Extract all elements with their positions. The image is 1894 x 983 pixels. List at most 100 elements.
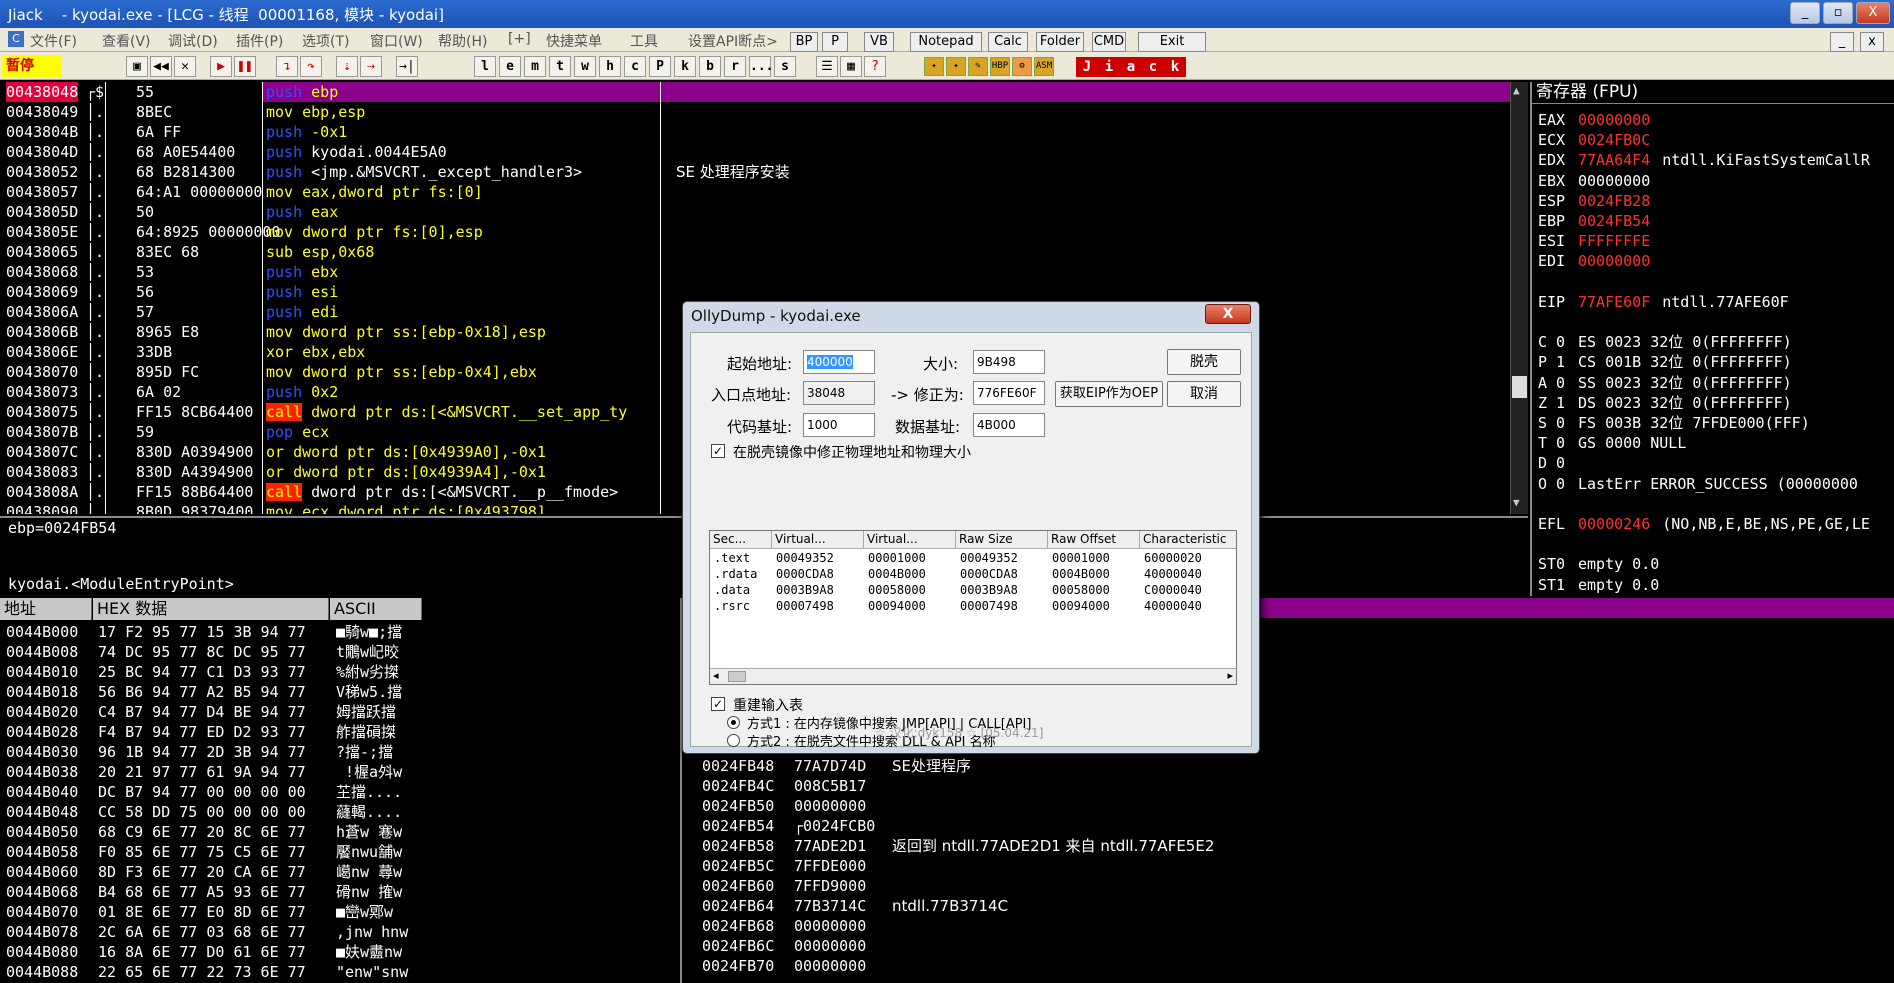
disasm-row[interactable]: 00438049 │. 8BEC mov ebp,esp (0, 102, 1510, 122)
registers-pane[interactable]: 寄存器 (FPU) EAX 00000000 ECX 0024FB0C EDX 77AA6… (1530, 82, 1894, 596)
fix-to-field[interactable]: 776FE60F (973, 381, 1045, 405)
dump-header-address[interactable]: 地址 (0, 598, 92, 620)
register-row[interactable]: S 0 FS 003B 32位 7FFDE000(FFF) (1538, 413, 1822, 433)
toolbar-letter-button[interactable]: c (624, 56, 646, 77)
section-column-header[interactable]: Virtual... (772, 531, 864, 549)
register-row[interactable]: P 1 CS 001B 32位 0(FFFFFFFF) (1538, 352, 1804, 372)
help-icon[interactable]: ? (864, 56, 886, 77)
dump-row[interactable]: 0044B010 25 BC 94 77 C1 D3 93 77 %紨w劣搩 (0, 662, 676, 682)
disasm-row[interactable]: 0043804D │. 68 A0E54400 push kyodai.0044E5A… (0, 142, 1510, 162)
dump-row[interactable]: 0044B008 74 DC 95 77 8C DC 95 77 t鷳w屺晈 (0, 642, 676, 662)
dump-row[interactable]: 0044B038 20 21 97 77 61 9A 94 77 !楃a斘w (0, 762, 676, 782)
menu-item[interactable]: 帮助(H) (438, 31, 487, 51)
disasm-row[interactable]: 0043805E │. 64:8925 00000000 mov dword ptr … (0, 222, 1510, 242)
register-row[interactable]: ESP 0024FB28 (1538, 191, 1662, 211)
oep-field[interactable]: 38048 (803, 381, 875, 405)
cpu-scrollbar[interactable]: ▲ ▼ (1510, 82, 1528, 514)
data-base-field[interactable]: 4B000 (973, 413, 1045, 437)
menu-item[interactable]: 快捷菜单 (546, 31, 602, 51)
menu-item[interactable]: 调试(D) (168, 31, 218, 51)
sections-table[interactable]: Sec... Virtual... Virtual... Raw Size Raw Of… (709, 530, 1237, 685)
dump-row[interactable]: 0044B048 CC 58 DD 75 00 00 00 00 蘕輵.... (0, 802, 676, 822)
section-hscrollbar[interactable]: ◂ ▸ (710, 668, 1236, 684)
execute-till-return-icon[interactable]: →| (396, 56, 418, 77)
plugin-icon-3[interactable]: ✎ (968, 57, 988, 76)
grid-icon[interactable]: ▦ (840, 56, 862, 77)
dump-header-hex[interactable]: HEX 数据 (93, 598, 329, 620)
dialog-close-button[interactable]: X (1205, 304, 1251, 324)
open-icon[interactable]: ▣ (126, 56, 148, 77)
dump-row[interactable]: 0044B018 56 B6 94 77 A2 B5 94 77 V稊w5.擋 (0, 682, 676, 702)
menu-item[interactable]: 查看(V) (102, 31, 151, 51)
toolbar-letter-button[interactable]: r (724, 56, 746, 77)
plugin-button[interactable]: Calc (988, 32, 1028, 52)
register-row[interactable]: EDX 77AA64F4 ntdll.KiFastSystemCallR (1538, 150, 1870, 170)
scroll-thumb[interactable] (1512, 376, 1527, 398)
minimize-button[interactable]: _ (1790, 2, 1820, 24)
register-row[interactable]: ST1 empty 0.0 (1538, 575, 1671, 595)
register-row[interactable]: EDI 00000000 (1538, 251, 1662, 271)
register-row[interactable]: Z 1 DS 0023 32位 0(FFFFFFFF) (1538, 393, 1804, 413)
section-column-header[interactable]: Virtual... (864, 531, 956, 549)
dump-row[interactable]: 0044B078 2C 6A 6E 77 03 68 6E 77 ,jnw hnw (0, 922, 676, 942)
stack-row[interactable]: 0024FB48 77A7D74D SE处理程序 (682, 756, 1894, 776)
dump-row[interactable]: 0044B028 F4 B7 94 77 ED D2 93 77 舴擋磒搩 (0, 722, 676, 742)
register-row[interactable]: D 0 (1538, 453, 1590, 473)
restart-icon[interactable]: ◀◀ (150, 56, 172, 77)
plugin-icon-1[interactable]: ✦ (924, 57, 944, 76)
dump-row[interactable]: 0044B068 B4 68 6E 77 A5 93 6E 77 磆nw 搉w (0, 882, 676, 902)
dump-row[interactable]: 0044B000 17 F2 95 77 15 3B 94 77 ■騎w■;擋 (0, 622, 676, 642)
dump-header-ascii[interactable]: ASCII (330, 598, 422, 620)
get-eip-button[interactable]: 获取EIP作为OEP (1055, 381, 1163, 407)
size-field[interactable]: 9B498 (973, 350, 1045, 374)
register-row[interactable]: EBP 0024FB54 (1538, 211, 1662, 231)
stack-row[interactable]: 0024FB50 00000000 (682, 796, 1894, 816)
register-row[interactable] (1538, 312, 1590, 332)
toolbar-letter-button[interactable]: h (599, 56, 621, 77)
maximize-button[interactable]: ▫ (1823, 2, 1853, 24)
register-row[interactable] (1538, 534, 1590, 554)
toolbar-letter-button[interactable]: m (524, 56, 546, 77)
code-base-field[interactable]: 1000 (803, 413, 875, 437)
dump-row[interactable]: 0044B050 68 C9 6E 77 20 8C 6E 77 h蒼w 寋w (0, 822, 676, 842)
register-row[interactable]: ST0 empty 0.0 (1538, 554, 1671, 574)
stack-row[interactable]: 0024FB5C 7FFDE000 (682, 856, 1894, 876)
plugin-button[interactable]: VB (864, 32, 894, 52)
toolbar-letter-button[interactable]: w (574, 56, 596, 77)
stack-row[interactable]: 0024FB68 00000000 (682, 916, 1894, 936)
menu-item[interactable]: 设置API断点> (688, 31, 778, 51)
register-row[interactable]: A 0 SS 0023 32位 0(FFFFFFFF) (1538, 373, 1804, 393)
unpack-button[interactable]: 脱壳 (1167, 349, 1241, 375)
asm-icon[interactable]: ASM (1034, 57, 1054, 76)
dump-row[interactable]: 0044B058 F0 85 6E 77 75 C5 6E 77 饜nwu舗w (0, 842, 676, 862)
dump-row[interactable]: 0044B040 DC B7 94 77 00 00 00 00 芏擋.... (0, 782, 676, 802)
disasm-row[interactable]: 00438065 │. 83EC 68 sub esp,0x68 (0, 242, 1510, 262)
disasm-row[interactable]: 00438048 ┌$ 55 push ebp (0, 82, 1510, 102)
register-row[interactable] (1538, 494, 1590, 514)
disasm-row[interactable]: 00438052 │. 68 B2814300 push <jmp.&MSVCRT._… (0, 162, 1510, 182)
toolbar-letter-button[interactable]: s (774, 56, 796, 77)
section-column-header[interactable]: Raw Offset (1048, 531, 1140, 549)
rebuild-import-checkbox[interactable]: ✓ (711, 697, 725, 711)
plugin-button[interactable]: Exit (1138, 32, 1206, 52)
menu-item[interactable]: 工具 (630, 31, 658, 51)
section-column-header[interactable]: Characteristic (1140, 531, 1236, 549)
register-row[interactable]: ECX 0024FB0C (1538, 130, 1662, 150)
menu-item[interactable]: 插件(P) (236, 31, 283, 51)
list-icon[interactable]: ☰ (816, 56, 838, 77)
menu-item[interactable]: 文件(F) (30, 31, 77, 51)
section-column-header[interactable]: Sec... (710, 531, 772, 549)
register-row[interactable]: ST2empty 0.0 (1538, 595, 1671, 597)
scroll-up-icon[interactable]: ▲ (1513, 84, 1525, 98)
register-row[interactable]: O 0 LastErr ERROR_SUCCESS (00000000 (1538, 474, 1870, 494)
stack-row[interactable]: 0024FB4C 008C5B17 (682, 776, 1894, 796)
register-row[interactable] (1538, 272, 1590, 292)
mdi-minimize-button[interactable]: _ (1830, 32, 1854, 52)
toolbar-letter-button[interactable]: t (549, 56, 571, 77)
close-program-icon[interactable]: ✕ (174, 56, 196, 77)
disasm-row[interactable]: 0043804B │. 6A FF push -0x1 (0, 122, 1510, 142)
hbp-icon[interactable]: HBP (990, 57, 1010, 76)
menu-item[interactable]: 选项(T) (302, 31, 349, 51)
register-row[interactable]: EIP 77AFE60F ntdll.77AFE60F (1538, 292, 1789, 312)
toolbar-letter-button[interactable]: k (674, 56, 696, 77)
